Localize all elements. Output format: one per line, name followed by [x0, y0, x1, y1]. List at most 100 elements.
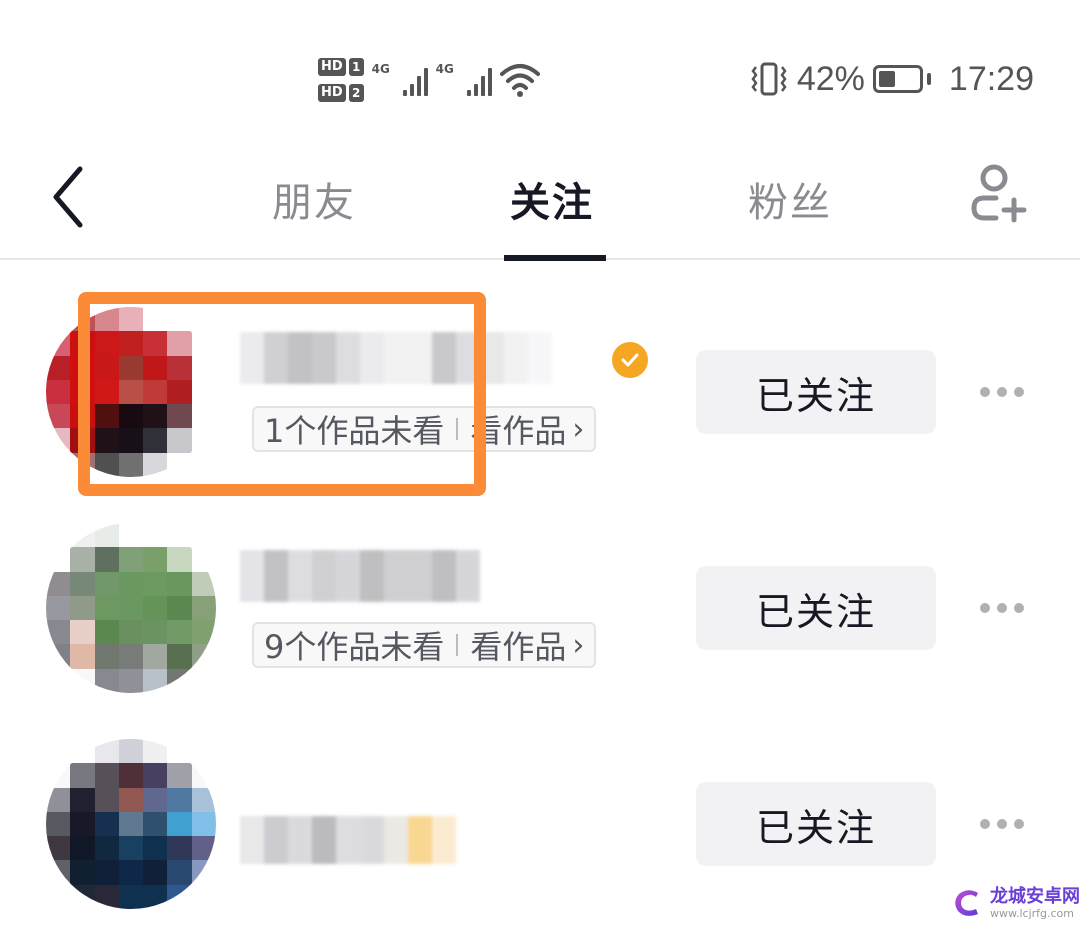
- avatar-pixel: [46, 620, 71, 645]
- avatar-pixel: [94, 595, 119, 621]
- add-user-icon: [971, 164, 1027, 223]
- avatar-pixel: [191, 620, 216, 645]
- avatar-pixel: [167, 620, 192, 645]
- avatar-pixel: [191, 331, 216, 356]
- tab-following[interactable]: 关注: [510, 170, 594, 228]
- view-works-link[interactable]: 看作品: [470, 406, 566, 452]
- avatar-pixel: [118, 379, 144, 405]
- tab-fans[interactable]: 粉丝: [748, 170, 832, 228]
- avatar-pixel: [94, 884, 119, 909]
- avatar-pixel: [118, 547, 144, 572]
- avatar-pixel: [143, 860, 168, 885]
- wifi-icon: [499, 64, 540, 97]
- avatar-pixel: [70, 404, 95, 429]
- avatar-pixel: [191, 571, 216, 596]
- avatar-pixel: [46, 452, 71, 477]
- name-pixel: [408, 332, 432, 384]
- avatar-pixel: [191, 811, 216, 837]
- unwatched-works-chip[interactable]: 1个作品未看 看作品 ›: [252, 406, 597, 452]
- status-right: 42% 17:29: [749, 56, 1034, 102]
- list-item[interactable]: 已关注: [0, 694, 1080, 910]
- avatar-pixel: [94, 571, 119, 596]
- avatar-pixel: [94, 404, 119, 429]
- following-button[interactable]: 已关注: [696, 566, 936, 650]
- more-options-button[interactable]: [980, 593, 1024, 623]
- avatar-pixel: [143, 787, 168, 812]
- battery-icon: [872, 65, 931, 93]
- avatar-pixel: [118, 739, 144, 764]
- avatar-pixel: [118, 860, 144, 885]
- avatar-pixel: [118, 307, 144, 332]
- signal-4g-icon: 4G: [372, 60, 428, 100]
- status-bar: HD 1 HD 2 4G 4G 42% 17:29: [0, 0, 1080, 130]
- avatar-pixel: [94, 811, 119, 837]
- avatar-pixel: [167, 428, 192, 453]
- list-item[interactable]: 1个作品未看 看作品 › 已关注: [0, 262, 1080, 478]
- username-blurred[interactable]: [240, 816, 456, 864]
- name-pixel: [336, 816, 360, 864]
- avatar-pixel: [143, 595, 168, 621]
- avatar-pixel: [70, 307, 95, 332]
- name-pixel: [336, 332, 360, 384]
- avatar-pixel: [143, 763, 168, 788]
- name-pixel: [264, 332, 288, 384]
- avatar[interactable]: [46, 307, 216, 477]
- avatar-pixel: [191, 595, 216, 621]
- name-pixel: [336, 550, 360, 602]
- avatar-pixel: [94, 547, 119, 572]
- more-options-button[interactable]: [980, 809, 1024, 839]
- name-pixel: [240, 816, 264, 864]
- avatar-pixel: [118, 523, 144, 548]
- avatar-pixel: [118, 668, 144, 693]
- avatar[interactable]: [46, 523, 216, 693]
- back-button[interactable]: [48, 165, 92, 229]
- hd-2-icon: HD 2: [318, 84, 364, 102]
- name-pixel: [408, 550, 432, 602]
- avatar-pixel: [70, 379, 95, 405]
- avatar-pixel: [191, 836, 216, 861]
- avatar-pixel: [94, 860, 119, 885]
- avatar-pixel: [167, 884, 192, 909]
- avatar-pixel: [94, 787, 119, 812]
- avatar-pixel: [191, 379, 216, 405]
- avatar[interactable]: [46, 739, 216, 909]
- avatar-pixel: [191, 307, 216, 332]
- avatar-pixel: [70, 595, 95, 621]
- name-pixel: [504, 332, 528, 384]
- avatar-pixel: [191, 452, 216, 477]
- avatar-pixel: [94, 379, 119, 405]
- more-options-button[interactable]: [980, 377, 1024, 407]
- watermark-title: 龙城安卓网: [990, 885, 1080, 907]
- avatar-pixel: [118, 787, 144, 812]
- avatar-pixel: [143, 379, 168, 405]
- avatar-pixel: [167, 668, 192, 693]
- tab-friends[interactable]: 朋友: [272, 170, 356, 228]
- name-pixel: [528, 332, 552, 384]
- avatar-pixel: [191, 355, 216, 380]
- following-button[interactable]: 已关注: [696, 782, 936, 866]
- name-pixel: [312, 550, 336, 602]
- view-works-link[interactable]: 看作品: [470, 622, 566, 668]
- avatar-pixel: [118, 331, 144, 356]
- avatar-pixel: [118, 595, 144, 621]
- username-blurred[interactable]: [240, 332, 552, 384]
- avatar-pixel: [167, 787, 192, 812]
- unwatched-works-chip[interactable]: 9个作品未看 看作品 ›: [252, 622, 597, 668]
- avatar-pixel: [118, 620, 144, 645]
- add-user-button[interactable]: [966, 162, 1030, 226]
- name-pixel: [432, 332, 456, 384]
- avatar-pixel: [46, 428, 71, 453]
- avatar-pixel: [191, 860, 216, 885]
- top-nav: 朋友 关注 粉丝: [0, 140, 1080, 261]
- watermark-url: www.lcjrfg.com: [990, 906, 1075, 920]
- list-item[interactable]: 9个作品未看 看作品 › 已关注: [0, 478, 1080, 694]
- name-pixel: [240, 550, 264, 602]
- avatar-pixel: [46, 355, 71, 380]
- avatar-pixel: [118, 404, 144, 429]
- avatar-pixel: [46, 739, 71, 764]
- avatar-pixel: [70, 836, 95, 861]
- username-blurred[interactable]: [240, 550, 480, 602]
- avatar-pixel: [143, 404, 168, 429]
- avatar-pixel: [191, 644, 216, 669]
- following-button[interactable]: 已关注: [696, 350, 936, 434]
